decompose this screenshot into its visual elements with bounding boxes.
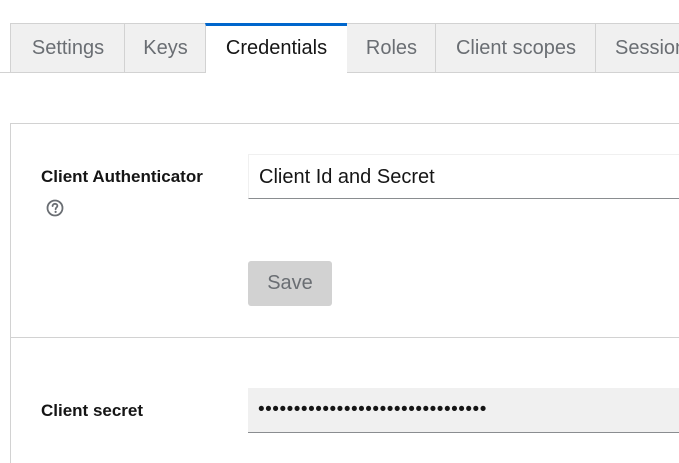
tab-settings[interactable]: Settings (10, 23, 125, 72)
tab-roles[interactable]: Roles (346, 23, 436, 72)
section-divider (11, 337, 679, 338)
client-authenticator-label: Client Authenticator (41, 167, 203, 186)
client-secret-label: Client secret (41, 401, 144, 420)
tab-keys[interactable]: Keys (124, 23, 206, 72)
credentials-panel: Client Authenticator Client Id and Secre… (10, 123, 679, 463)
tab-client-scopes[interactable]: Client scopes (435, 23, 596, 72)
client-authenticator-select[interactable]: Client Id and Secret (248, 154, 679, 199)
client-secret-field[interactable]: •••••••••••••••••••••••••••••••• (248, 388, 679, 433)
tab-credentials[interactable]: Credentials (205, 23, 347, 73)
tab-sessions[interactable]: Sessions (595, 23, 679, 72)
save-button[interactable]: Save (248, 261, 332, 306)
question-circle-icon[interactable] (46, 199, 64, 217)
tab-bar: Settings Keys Roles Client scopes Sessio… (0, 0, 679, 73)
